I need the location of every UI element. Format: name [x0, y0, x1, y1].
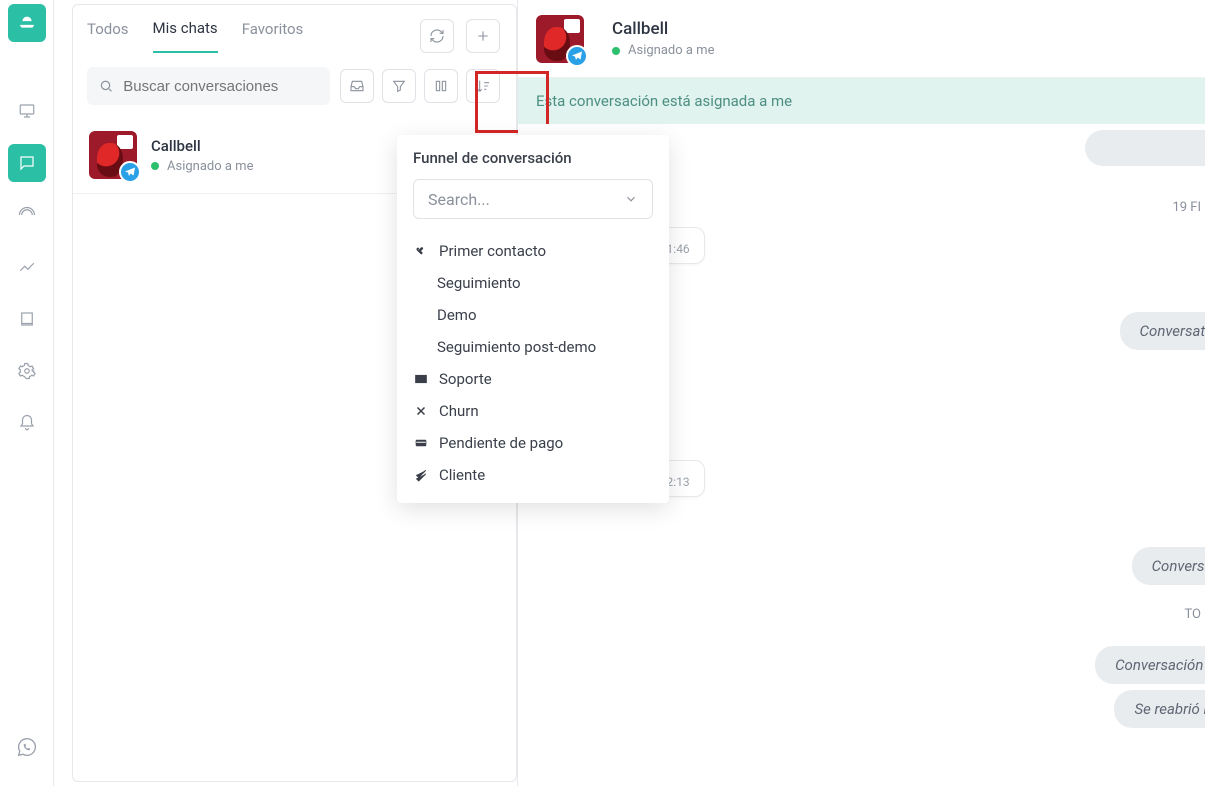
system-bubble: Se reabrió la	[1114, 690, 1205, 728]
funnel-item-churn[interactable]: Churn	[407, 395, 659, 427]
support-icon	[413, 372, 429, 386]
tab-mis-chats[interactable]: Mis chats	[153, 19, 218, 53]
conversation-header: Callbell Asignado a me	[518, 0, 1205, 78]
nav-broadcast-icon[interactable]	[8, 196, 46, 234]
inbox-button[interactable]	[340, 69, 374, 103]
funnel-item-demo[interactable]: Demo	[407, 299, 659, 331]
search-input[interactable]	[123, 78, 318, 95]
filter-button[interactable]	[382, 69, 416, 103]
tab-favoritos[interactable]: Favoritos	[242, 20, 304, 52]
nav-desktop-icon[interactable]	[8, 92, 46, 130]
conversation-header-sub: Asignado a me	[628, 43, 714, 58]
assignment-banner: Esta conversación está asignada a me	[518, 78, 1205, 124]
sort-button[interactable]	[466, 69, 500, 103]
funnel-item-pago[interactable]: Pendiente de pago	[407, 427, 659, 459]
refresh-button[interactable]	[420, 19, 454, 53]
status-dot-icon	[612, 47, 620, 55]
popover-title: Funnel de conversación	[407, 149, 659, 179]
system-bubble: Conversation	[1120, 312, 1205, 350]
card-icon	[413, 437, 429, 449]
funnel-item-primer-contacto[interactable]: Primer contacto	[407, 235, 659, 267]
date-separator: TO	[518, 599, 1205, 630]
system-bubble: Conversatio	[1132, 547, 1205, 585]
conversation-header-title: Callbell	[612, 19, 714, 39]
partial-system-bubble	[1085, 130, 1205, 166]
popover-search[interactable]: Search...	[413, 179, 653, 219]
avatar	[89, 131, 137, 179]
nav-book-icon[interactable]	[8, 300, 46, 338]
nav-whatsapp-icon[interactable]	[8, 728, 46, 766]
check-icon	[413, 468, 429, 482]
search-icon	[99, 78, 113, 94]
x-icon	[413, 405, 429, 417]
telegram-icon	[566, 45, 588, 67]
telegram-icon	[119, 161, 141, 183]
funnel-popover: Funnel de conversación Search... Primer …	[397, 135, 669, 503]
funnel-item-soporte[interactable]: Soporte	[407, 363, 659, 395]
chevron-down-icon	[624, 192, 638, 206]
funnel-button[interactable]	[424, 69, 458, 103]
popover-search-placeholder: Search...	[428, 190, 490, 209]
search-input-wrap[interactable]	[87, 67, 330, 105]
funnel-item-seguimiento[interactable]: Seguimiento	[407, 267, 659, 299]
avatar	[536, 15, 584, 63]
tab-todos[interactable]: Todos	[87, 20, 129, 52]
funnel-item-post-demo[interactable]: Seguimiento post-demo	[407, 331, 659, 363]
conversation-sub: Asignado a me	[167, 159, 253, 174]
app-logo	[8, 4, 46, 42]
nav-bell-icon[interactable]	[8, 404, 46, 442]
nav-chat-icon[interactable]	[8, 144, 46, 182]
nav-trend-icon[interactable]	[8, 248, 46, 286]
system-bubble: Conversación a	[1095, 646, 1205, 684]
funnel-item-cliente[interactable]: Cliente	[407, 459, 659, 491]
conversation-title: Callbell	[151, 137, 253, 155]
nav-rail	[0, 0, 54, 786]
add-button[interactable]	[466, 19, 500, 53]
status-dot-icon	[151, 162, 159, 170]
wave-icon	[413, 244, 429, 258]
nav-settings-icon[interactable]	[8, 352, 46, 390]
chat-list-panel: Todos Mis chats Favoritos	[54, 0, 518, 786]
